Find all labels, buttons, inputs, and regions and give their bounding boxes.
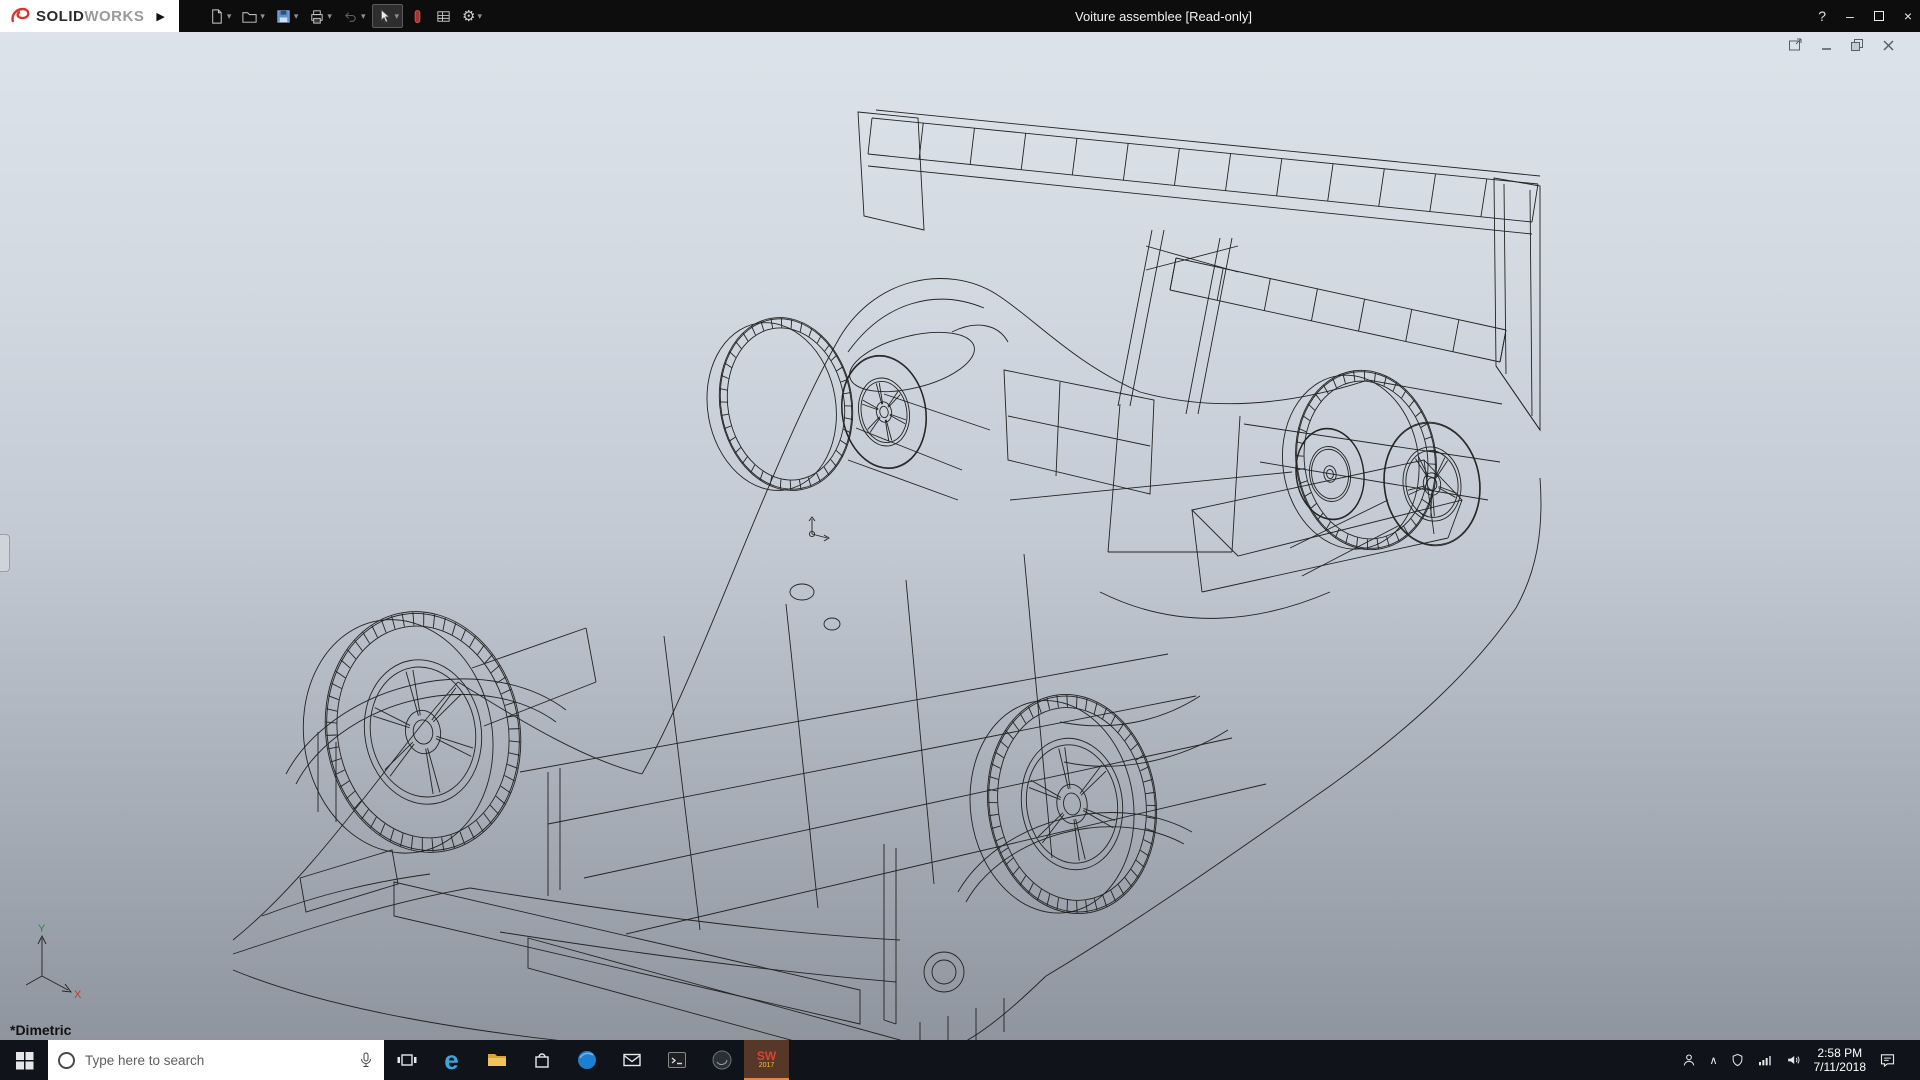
- selection-filter-button[interactable]: [407, 5, 428, 28]
- logo-text: SOLIDWORKS: [36, 8, 144, 25]
- hidden-icons-chevron-icon[interactable]: ∧: [1709, 1054, 1717, 1067]
- edge-icon: e: [444, 1047, 458, 1073]
- options-dropdown-caret-icon[interactable]: ▾: [477, 11, 482, 22]
- dark-circle-app-icon: [710, 1048, 734, 1072]
- system-tray: ∧ 2:58 PM 7/11/2018: [1681, 1040, 1920, 1080]
- new-dropdown-caret-icon[interactable]: ▾: [227, 11, 232, 22]
- taskbar-item-browser[interactable]: [564, 1040, 609, 1080]
- hatched-splitter: [394, 882, 900, 1040]
- car-wireframe: Y X: [0, 32, 1920, 1040]
- command-prompt-icon: [665, 1048, 689, 1072]
- taskbar-item-mail[interactable]: [609, 1040, 654, 1080]
- clock-date: 7/11/2018: [1814, 1060, 1867, 1074]
- windows-logo-icon: [14, 1050, 35, 1071]
- view-orientation-label: *Dimetric: [10, 1022, 71, 1038]
- security-shield-icon[interactable]: [1730, 1052, 1745, 1068]
- svg-text:X: X: [74, 989, 82, 1001]
- clock-time: 2:58 PM: [1814, 1046, 1867, 1060]
- origin-marker: [809, 517, 829, 541]
- taskbar-item-command-prompt[interactable]: [654, 1040, 699, 1080]
- select-tool-button[interactable]: ▾: [372, 4, 403, 28]
- undo-dropdown-caret-icon[interactable]: ▾: [361, 11, 366, 22]
- open-document-button[interactable]: ▾: [238, 5, 268, 28]
- save-button[interactable]: ▾: [272, 5, 302, 28]
- taskbar-item-store[interactable]: [519, 1040, 564, 1080]
- doc-restore-icon[interactable]: [1850, 38, 1865, 52]
- taskbar-spacer: [789, 1040, 1681, 1080]
- start-button[interactable]: [0, 1040, 48, 1080]
- reference-triad: Y X: [26, 923, 82, 1001]
- solidworks-mark-icon: [10, 7, 30, 25]
- speaker-icon[interactable]: [1785, 1052, 1802, 1068]
- taskbar-item-solidworks[interactable]: SW 2017: [744, 1040, 789, 1080]
- car-body: [233, 279, 1541, 1040]
- solidworks-taskbar-icon: SW: [757, 1051, 776, 1062]
- window-controls: – ×: [1846, 9, 1912, 23]
- svg-text:Y: Y: [38, 923, 46, 935]
- print-button[interactable]: ▾: [305, 5, 335, 28]
- restore-button[interactable]: [1874, 11, 1884, 21]
- close-button[interactable]: ×: [1904, 9, 1912, 23]
- app-titlebar: SOLIDWORKS ▶ ▾ ▾ ▾ ▾ ▾ ▾: [0, 0, 1920, 32]
- gear-icon: ⚙: [462, 9, 475, 24]
- help-button[interactable]: ?: [1818, 8, 1826, 24]
- options-button[interactable]: ⚙ ▾: [459, 6, 485, 27]
- blue-globe-icon: [575, 1048, 599, 1072]
- taskbar-item-edge[interactable]: e: [429, 1040, 474, 1080]
- search-icon: [58, 1052, 75, 1069]
- print-dropdown-caret-icon[interactable]: ▾: [327, 11, 332, 22]
- mail-icon: [620, 1048, 644, 1072]
- taskbar-clock[interactable]: 2:58 PM 7/11/2018: [1814, 1046, 1867, 1074]
- new-document-button[interactable]: ▾: [205, 5, 235, 28]
- action-center-icon[interactable]: [1878, 1051, 1897, 1069]
- quick-access-toolbar: ▾ ▾ ▾ ▾ ▾ ▾ ⚙ ▾: [179, 4, 485, 28]
- document-window-controls: [1788, 38, 1896, 52]
- network-icon[interactable]: [1757, 1052, 1773, 1068]
- doc-minimize-icon[interactable]: [1819, 38, 1834, 52]
- graphics-viewport[interactable]: Y X *Dimetric: [0, 32, 1920, 1040]
- solidworks-logo: SOLIDWORKS ▶: [0, 0, 179, 32]
- people-icon[interactable]: [1681, 1052, 1697, 1068]
- taskbar-item-file-explorer[interactable]: [474, 1040, 519, 1080]
- save-dropdown-caret-icon[interactable]: ▾: [294, 11, 299, 22]
- file-explorer-icon: [485, 1048, 509, 1072]
- task-view-icon: [395, 1048, 419, 1072]
- doc-close-icon[interactable]: [1881, 38, 1896, 52]
- dock-pane-icon[interactable]: [1788, 38, 1803, 52]
- select-dropdown-caret-icon[interactable]: ▾: [394, 11, 399, 22]
- feature-tree-flyout-tab[interactable]: [0, 534, 10, 572]
- windows-taskbar: e S: [0, 1040, 1920, 1080]
- solidworks-year-label: 2017: [759, 1062, 775, 1070]
- microphone-icon[interactable]: [358, 1051, 374, 1069]
- rear-wing: [858, 110, 1540, 430]
- taskbar-search[interactable]: [48, 1040, 384, 1080]
- minimize-button[interactable]: –: [1846, 9, 1854, 23]
- taskbar-item-app[interactable]: [699, 1040, 744, 1080]
- store-bag-icon: [530, 1048, 554, 1072]
- wheels: [285, 307, 1488, 925]
- undo-button[interactable]: ▾: [339, 5, 369, 28]
- design-table-button[interactable]: [432, 5, 455, 28]
- open-dropdown-caret-icon[interactable]: ▾: [260, 11, 265, 22]
- titlebar-right-controls: ? – ×: [1818, 8, 1912, 24]
- document-title: Voiture assemblee [Read-only]: [1075, 9, 1252, 24]
- task-view-button[interactable]: [384, 1040, 429, 1080]
- menu-expand-arrow-icon[interactable]: ▶: [150, 10, 170, 23]
- search-input[interactable]: [85, 1053, 348, 1068]
